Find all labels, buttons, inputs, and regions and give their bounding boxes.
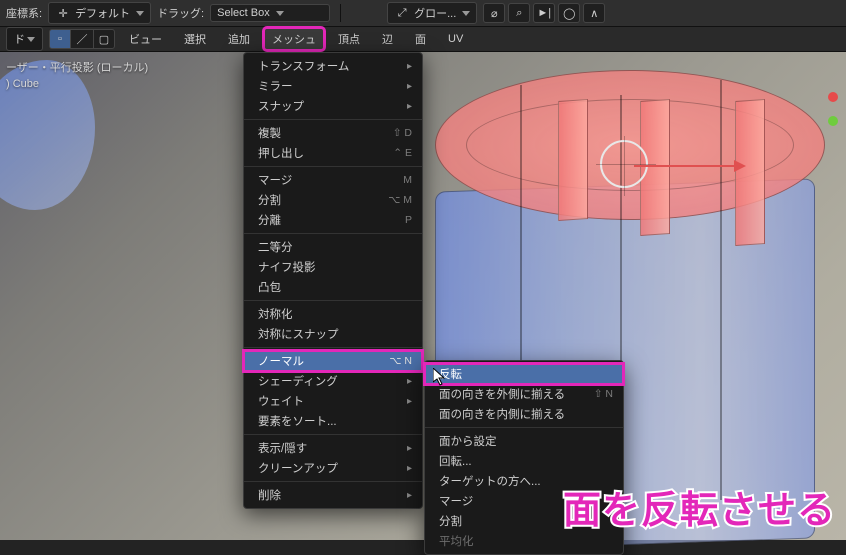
uv-menu[interactable]: UV [440,30,471,48]
menu-delete[interactable]: 削除▸ [244,485,422,505]
separator [340,4,341,22]
hotkey-label: ⇧ D [393,127,412,139]
snap-toggle[interactable]: ⌀ [483,3,505,23]
drag-value: Select Box [217,7,270,19]
menu-duplicate[interactable]: 複製⇧ D [244,123,422,143]
submenu-set-from-face[interactable]: 面から設定 [425,431,623,451]
menu-sort[interactable]: 要素をソート... [244,411,422,431]
orientation-value: デフォルト [75,5,130,21]
menu-shading[interactable]: シェーディング▸ [244,371,422,391]
submenu-rotate[interactable]: 回転... [425,451,623,471]
chevron-down-icon [27,37,35,42]
hotkey-label: P [405,214,412,226]
menu-separator [244,347,422,348]
submenu-recalc-inside[interactable]: 面の向きを内側に揃える [425,404,623,424]
mesh-menu[interactable]: メッシュ [264,28,324,50]
select-menu[interactable]: 選択 [176,28,214,50]
menu-separator [425,427,623,428]
proportional-edit[interactable]: ►| [533,3,555,23]
proportional-falloff[interactable]: ◯ [558,3,580,23]
pivot-icon: ⤢ [394,5,410,21]
menu-cleanup[interactable]: クリーンアップ▸ [244,458,422,478]
hotkey-label: ⌃ E [393,147,412,159]
menu-separator [244,481,422,482]
snap-icons: ⌀ ⌕ ►| ◯ ∧ [483,3,605,23]
header-bar: 座標系: ✛ デフォルト ドラッグ: Select Box ⤢ グロー... ⌀… [0,0,846,26]
menu-convex-hull[interactable]: 凸包 [244,277,422,297]
view-menu[interactable]: ビュー [121,28,170,50]
menu-split[interactable]: 分割⌥ M [244,190,422,210]
face-menu[interactable]: 面 [407,28,434,50]
menu-normals[interactable]: ノーマル⌥ N [244,351,422,371]
overlay-line-2: ) Cube [6,76,148,92]
menu-merge[interactable]: マージM [244,170,422,190]
hotkey-label: ⌥ N [389,355,412,367]
chevron-down-icon [462,11,470,16]
submenu-arrow-icon: ▸ [407,463,412,474]
mode-label: ド [14,31,25,47]
face-select-icon[interactable]: ▢ [93,29,115,49]
menu-separator [244,233,422,234]
submenu-arrow-icon: ▸ [407,396,412,407]
menu-mirror[interactable]: ミラー▸ [244,76,422,96]
mesh-dropdown-menu: トランスフォーム▸ ミラー▸ スナップ▸ 複製⇧ D 押し出し⌃ E マージM … [243,52,423,509]
chevron-down-icon [276,11,284,16]
orientation-label: 座標系: [6,5,42,21]
menu-separator [244,166,422,167]
3d-cursor[interactable] [600,140,648,188]
submenu-arrow-icon: ▸ [407,61,412,72]
menu-transform[interactable]: トランスフォーム▸ [244,56,422,76]
selected-face-3[interactable] [735,99,765,246]
submenu-arrow-icon: ▸ [407,376,412,387]
submenu-flip[interactable]: 反転 [425,364,623,384]
hotkey-label: M [403,174,412,186]
axis-dot-y[interactable] [828,116,838,126]
vertex-select-icon[interactable]: ▫ [49,29,71,49]
menu-show-hide[interactable]: 表示/隠す▸ [244,438,422,458]
submenu-arrow-icon: ▸ [407,443,412,454]
submenu-arrow-icon: ▸ [407,101,412,112]
menu-snap[interactable]: スナップ▸ [244,96,422,116]
mode-dropdown[interactable]: ド [6,27,43,51]
chevron-down-icon [136,11,144,16]
selected-face-1[interactable] [558,99,588,221]
menu-separate[interactable]: 分離P [244,210,422,230]
orientation-icon: ✛ [55,5,71,21]
wireframe-edge [720,80,722,500]
viewport-overlay-text: ーザー・平行投影 (ローカル) ) Cube [6,60,148,92]
hotkey-label: ⇧ N [594,388,613,400]
hotkey-label: ⌥ M [388,194,412,206]
transform-pivot-dropdown[interactable]: ⤢ グロー... [387,2,477,24]
menu-extrude[interactable]: 押し出し⌃ E [244,143,422,163]
submenu-average[interactable]: 平均化 [425,531,623,551]
orientation-dropdown[interactable]: ✛ デフォルト [48,2,151,24]
drag-label: ドラッグ: [157,5,204,21]
add-menu[interactable]: 追加 [220,28,258,50]
axis-dot-x[interactable] [828,92,838,102]
gizmo-x-axis[interactable] [634,165,744,167]
submenu-recalc-outside[interactable]: 面の向きを外側に揃える⇧ N [425,384,623,404]
vertex-menu[interactable]: 頂点 [330,28,368,50]
menu-bisect[interactable]: 二等分 [244,237,422,257]
submenu-arrow-icon: ▸ [407,490,412,501]
menu-separator [244,434,422,435]
snap-options[interactable]: ⌕ [508,3,530,23]
edge-menu[interactable]: 辺 [374,28,401,50]
drag-dropdown[interactable]: Select Box [210,4,330,22]
mode-toolbar: ド ▫ ／ ▢ ビュー 選択 追加 メッシュ 頂点 辺 面 UV [0,26,846,52]
menu-snap-symmetry[interactable]: 対称にスナップ [244,324,422,344]
edge-select-icon[interactable]: ／ [71,29,93,49]
annotation-text: 面を反転させる [563,479,836,534]
select-mode-group: ▫ ／ ▢ [49,29,115,49]
menu-symmetrize[interactable]: 対称化 [244,304,422,324]
menu-weights[interactable]: ウェイト▸ [244,391,422,411]
submenu-arrow-icon: ▸ [407,81,412,92]
pivot-value: グロー... [414,5,456,21]
curve-falloff[interactable]: ∧ [583,3,605,23]
overlay-line-1: ーザー・平行投影 (ローカル) [6,60,148,76]
menu-separator [244,119,422,120]
menu-knife-project[interactable]: ナイフ投影 [244,257,422,277]
menu-separator [244,300,422,301]
